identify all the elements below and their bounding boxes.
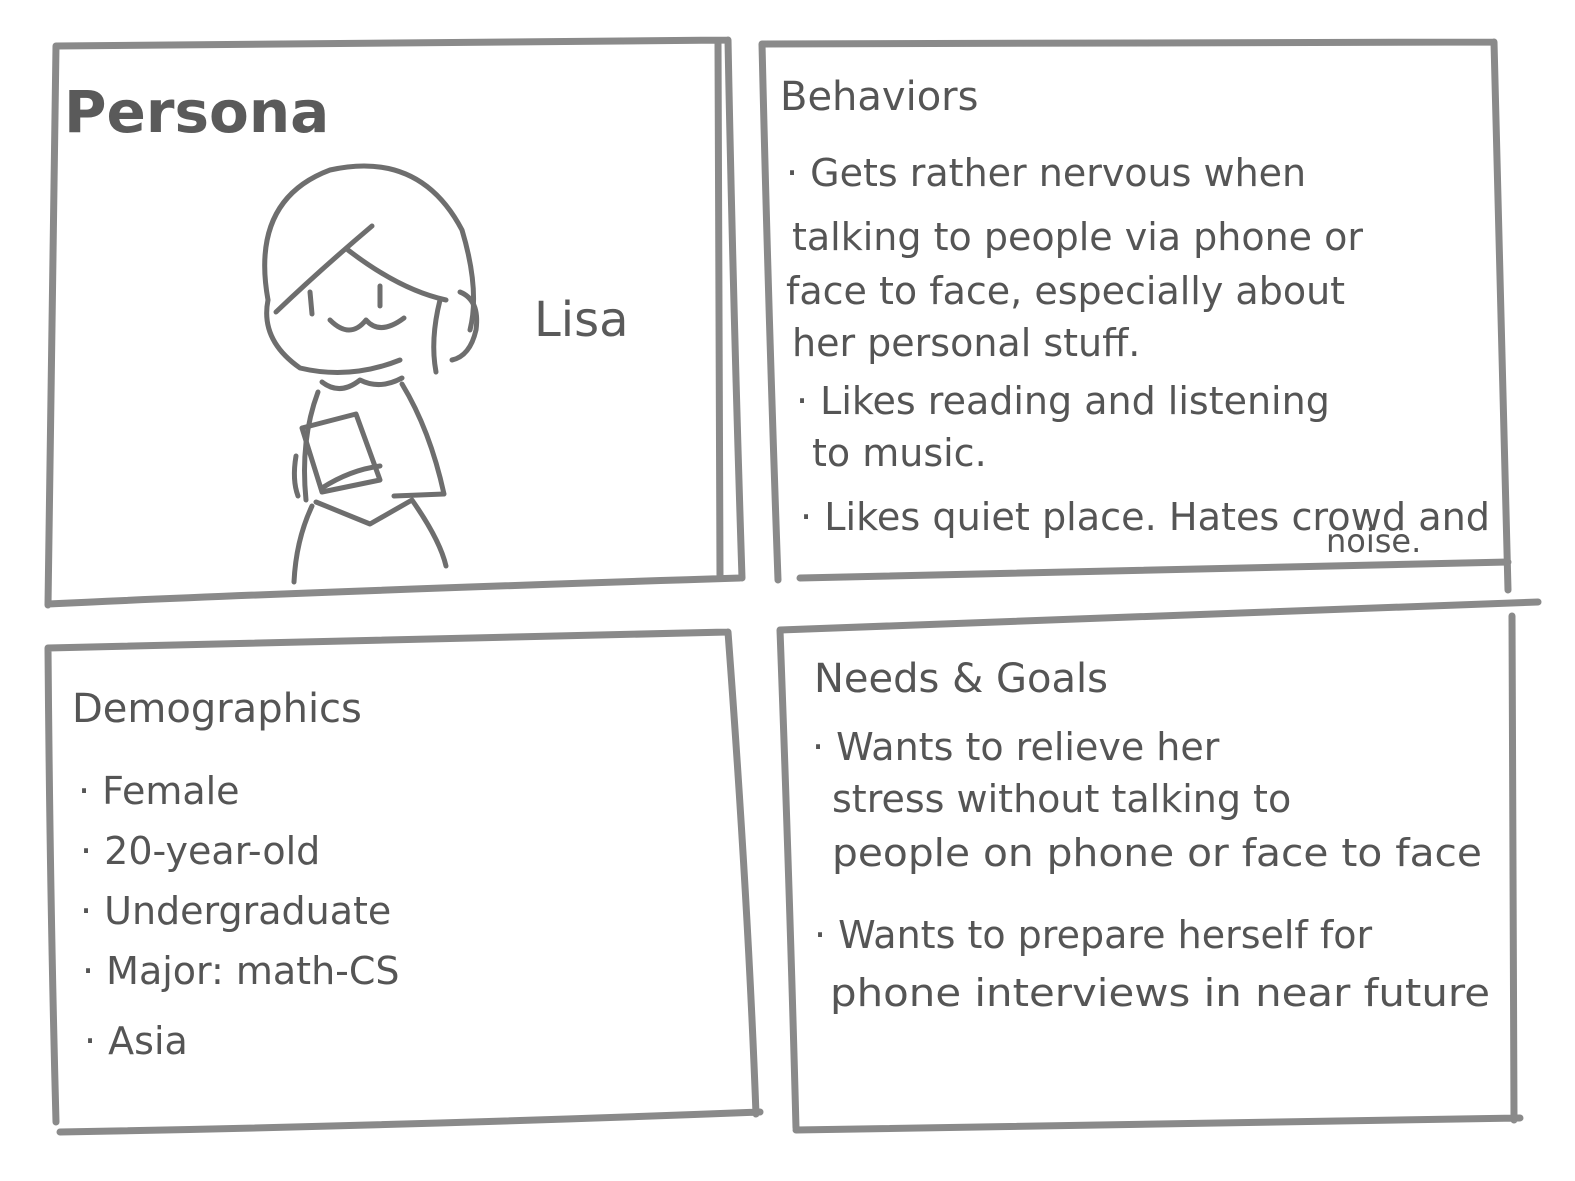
lisa-figure-drawing [262, 163, 480, 585]
demographics-item: · Undergraduate [80, 889, 391, 933]
demographics-item: · Major: math-CS [82, 949, 400, 993]
behaviors-line: her personal stuff. [792, 321, 1140, 365]
demographics-list: · Female · 20-year-old · Undergraduate ·… [78, 769, 400, 1063]
needs-goals-line: people on phone or face to face [832, 831, 1482, 875]
persona-sketch-canvas: Persona Lisa Behaviors · Gets rather ner… [44, 36, 1542, 1136]
demographics-item: · Asia [84, 1019, 188, 1063]
behaviors-line: talking to people via phone or [792, 215, 1363, 259]
needs-goals-title: Needs & Goals [814, 656, 1108, 702]
needs-goals-line: · Wants to relieve her [812, 725, 1220, 769]
behaviors-title: Behaviors [780, 74, 978, 120]
behaviors-line: · Gets rather nervous when [786, 151, 1306, 195]
demographics-item: · 20-year-old [80, 829, 320, 873]
needs-goals-line: · Wants to prepare herself for [814, 913, 1373, 957]
behaviors-line: face to face, especially about [786, 269, 1345, 313]
demographics-title: Demographics [72, 686, 362, 732]
persona-title: Persona [64, 78, 329, 146]
demographics-item: · Female [78, 769, 240, 813]
needs-goals-list: · Wants to relieve her stress without ta… [812, 725, 1490, 1015]
persona-name: Lisa [534, 292, 629, 348]
needs-goals-line: stress without talking to [832, 777, 1291, 821]
behaviors-line: · Likes reading and listening [796, 379, 1330, 423]
needs-goals-line: phone interviews in near future [830, 971, 1490, 1015]
behaviors-line: noise. [1326, 522, 1421, 560]
behaviors-line: to music. [812, 431, 987, 475]
behaviors-list: · Gets rather nervous when talking to pe… [786, 151, 1490, 560]
